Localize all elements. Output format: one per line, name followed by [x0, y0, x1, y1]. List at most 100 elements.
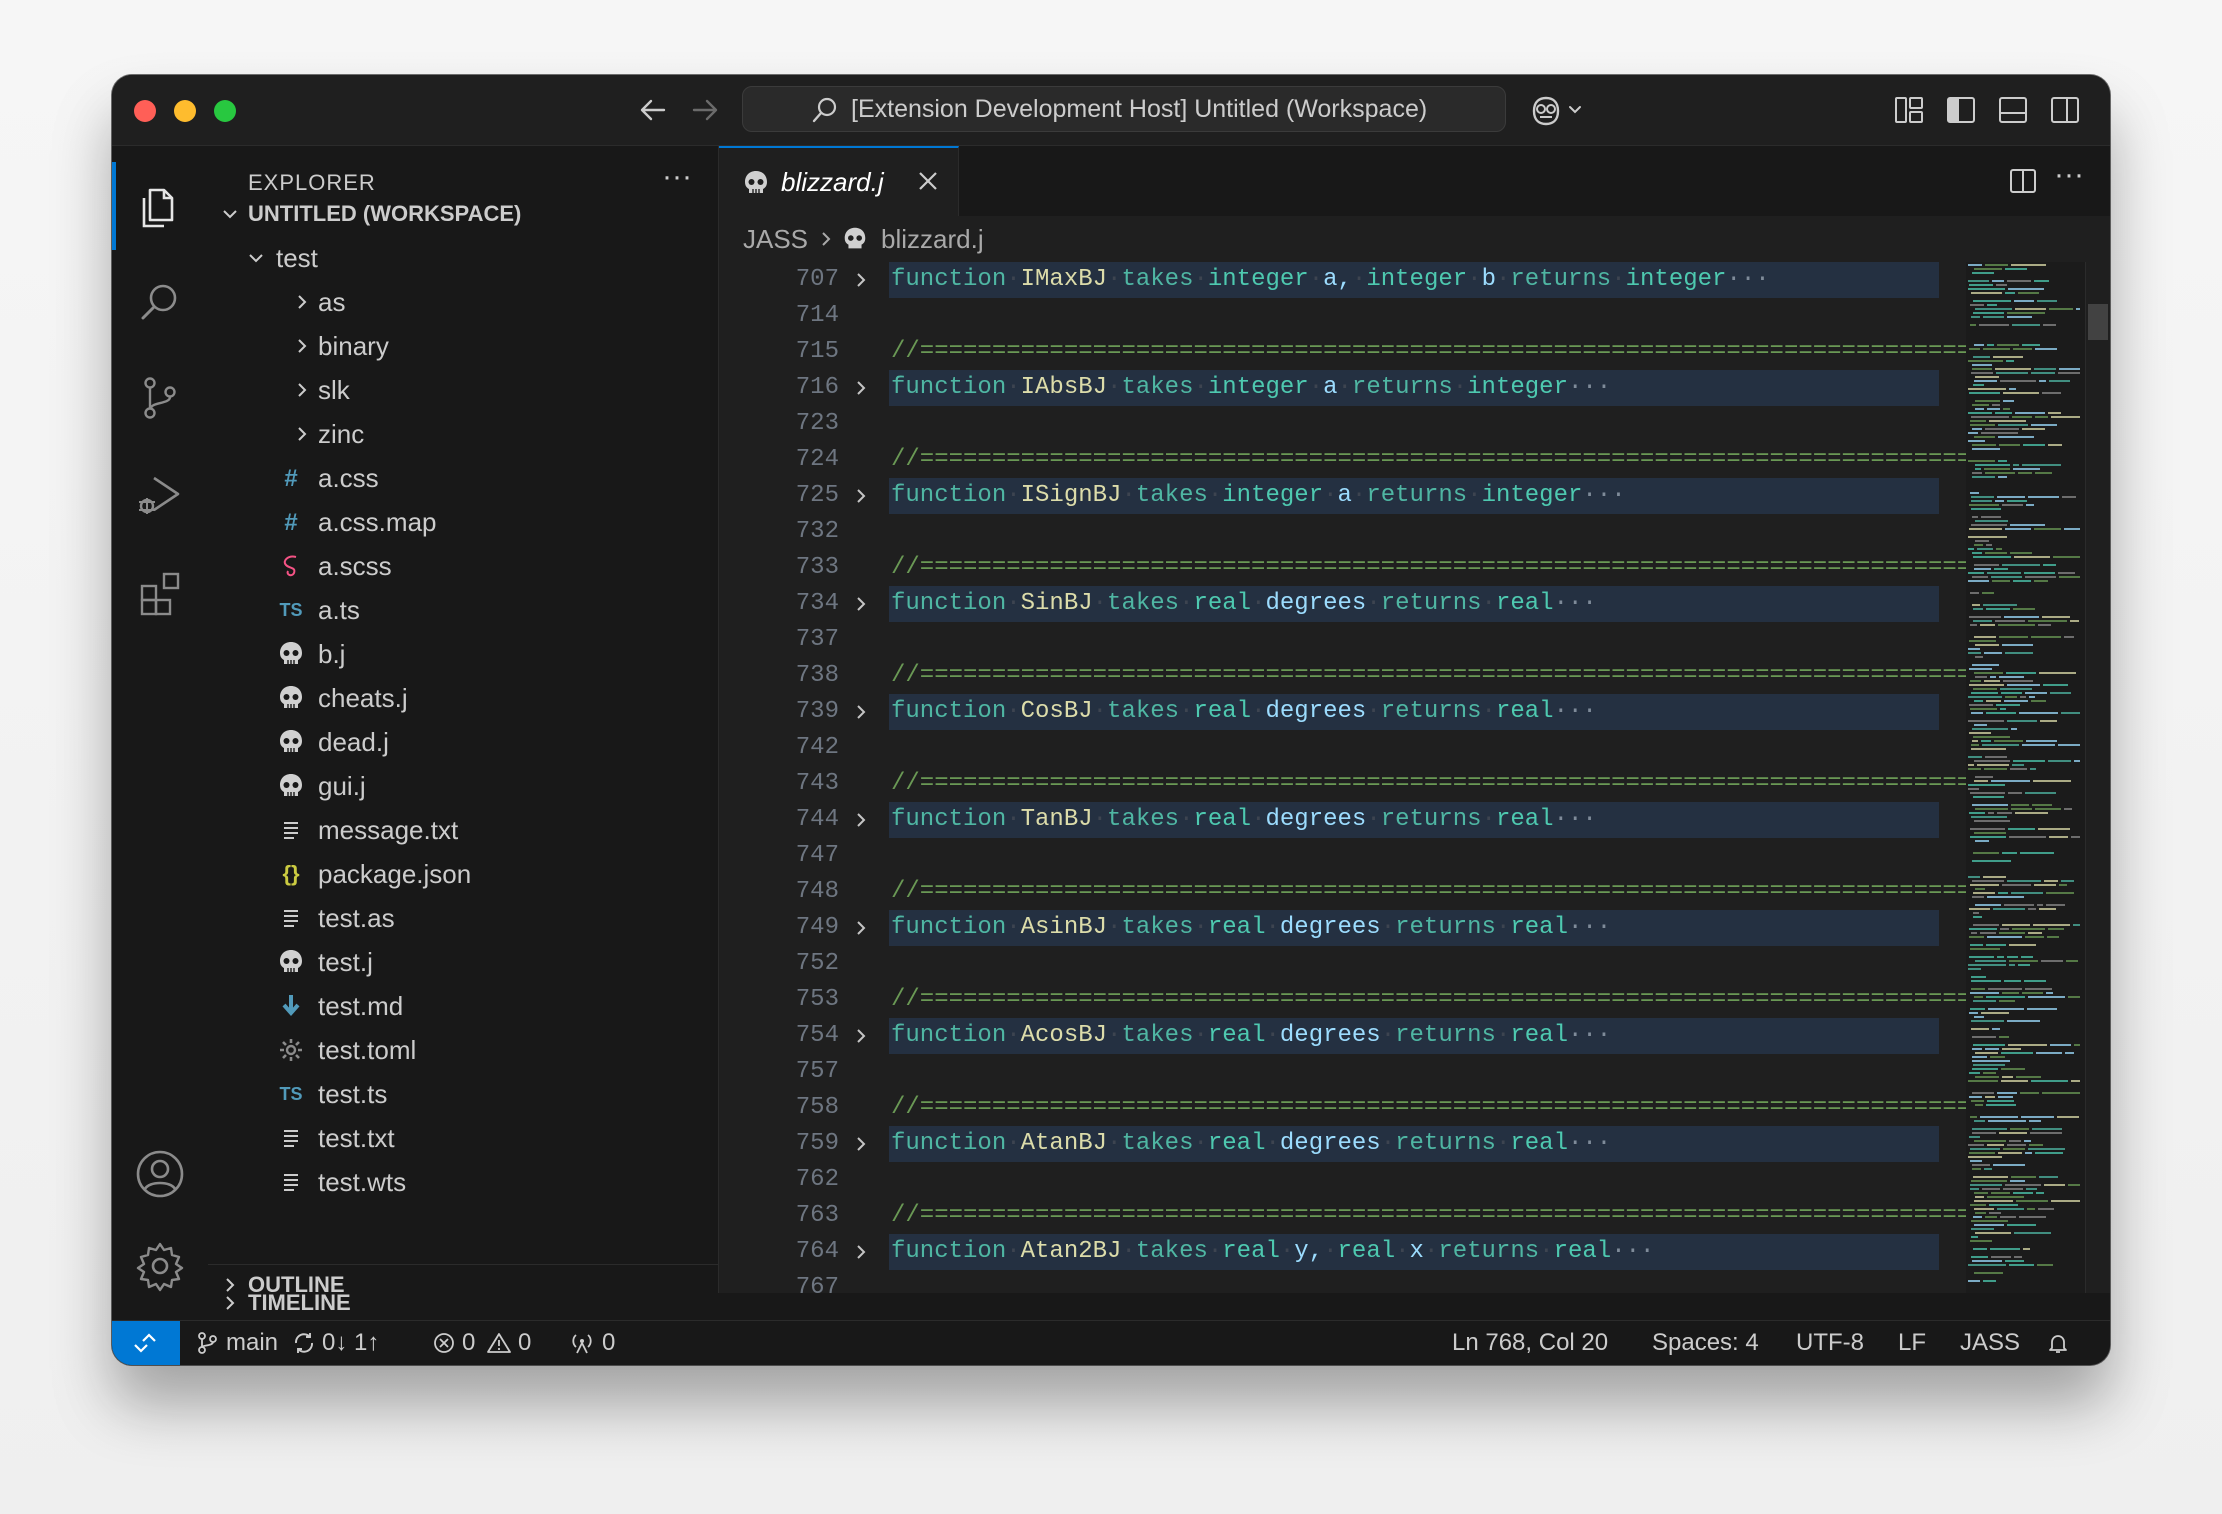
explorer-sidebar: EXPLORER ··· UNTITLED (WORKSPACE) test a… [208, 146, 719, 1297]
tree-folder-zinc[interactable]: zinc [208, 412, 718, 456]
split-editor-icon[interactable] [2008, 166, 2038, 196]
tree-item-label: test.j [318, 947, 373, 977]
more-actions-icon[interactable]: ··· [662, 160, 692, 194]
code-line-comment: //======================================… [891, 338, 2044, 365]
minimap[interactable] [1966, 262, 2086, 1293]
code-line-function: function·AcosBJ·takes·real·degrees·retur… [891, 1022, 1612, 1049]
copilot-icon[interactable] [1528, 91, 1588, 131]
remote-indicator[interactable] [112, 1321, 180, 1365]
toggle-secondary-sidebar-icon[interactable] [2050, 95, 2080, 125]
folder-test[interactable]: test [208, 236, 718, 280]
tree-file[interactable]: # a.css.map [208, 500, 718, 544]
toggle-panel-icon[interactable] [1998, 95, 2028, 125]
fold-chevron-right-icon[interactable] [851, 918, 871, 938]
language-mode[interactable]: JASS [1960, 1321, 2020, 1365]
bell-icon[interactable] [2046, 1331, 2070, 1355]
fold-chevron-right-icon[interactable] [851, 594, 871, 614]
line-number: 714 [795, 302, 839, 329]
vertical-scrollbar[interactable] [2085, 262, 2110, 1293]
tree-file[interactable]: TS a.ts [208, 588, 718, 632]
sync-icon[interactable] [292, 1331, 316, 1355]
forward-arrow-icon[interactable] [688, 93, 722, 127]
encoding[interactable]: UTF-8 [1796, 1321, 1864, 1365]
search-icon[interactable] [130, 272, 190, 332]
tree-file[interactable]: TS test.ts [208, 1072, 718, 1116]
maximize-window-button[interactable] [214, 100, 236, 122]
tree-file[interactable]: dead.j [208, 720, 718, 764]
code-line-function: function·AtanBJ·takes·real·degrees·retur… [891, 1130, 1612, 1157]
fold-chevron-right-icon[interactable] [851, 702, 871, 722]
title-bar: [Extension Development Host] Untitled (W… [112, 75, 2110, 146]
line-number: 733 [795, 554, 839, 581]
sass-icon [283, 555, 297, 577]
tree-file[interactable]: gui.j [208, 764, 718, 808]
line-number: 764 [795, 1238, 839, 1265]
skull-icon [280, 950, 302, 972]
code-line-function: function·CosBJ·takes·real·degrees·return… [891, 698, 1597, 725]
breadcrumb-root[interactable]: JASS [743, 216, 808, 262]
tree-file[interactable]: test.md [208, 984, 718, 1028]
fold-chevron-right-icon[interactable] [851, 810, 871, 830]
scrollbar-thumb[interactable] [2088, 304, 2108, 340]
indentation[interactable]: Spaces: 4 [1652, 1321, 1759, 1365]
fold-chevron-right-icon[interactable] [851, 486, 871, 506]
tree-file[interactable]: test.wts [208, 1160, 718, 1204]
fold-chevron-right-icon[interactable] [851, 270, 871, 290]
tree-folder-as[interactable]: as [208, 280, 718, 324]
tree-file[interactable]: b.j [208, 632, 718, 676]
svg-text:#: # [284, 465, 297, 492]
tree-folder-binary[interactable]: binary [208, 324, 718, 368]
error-icon [434, 1333, 454, 1353]
sync-status[interactable]: 0↓ 1↑ [322, 1321, 379, 1365]
workspace-header[interactable]: UNTITLED (WORKSPACE) [208, 192, 718, 236]
warning-count[interactable]: 0 [518, 1321, 531, 1365]
tree-file[interactable]: message.txt [208, 808, 718, 852]
breadcrumb-file[interactable]: blizzard.j [881, 216, 984, 262]
close-window-button[interactable] [134, 100, 156, 122]
run-debug-icon[interactable] [130, 464, 190, 524]
tree-file[interactable]: cheats.j [208, 676, 718, 720]
tree-file[interactable]: a.scss [208, 544, 718, 588]
vscode-window: [Extension Development Host] Untitled (W… [112, 75, 2110, 1365]
command-center-search[interactable]: [Extension Development Host] Untitled (W… [742, 86, 1506, 132]
tree-file[interactable]: test.as [208, 896, 718, 940]
minimize-window-button[interactable] [174, 100, 196, 122]
code-editor[interactable]: 707 function·IMaxBJ·takes·integer·a,·inte… [719, 262, 2110, 1293]
fold-chevron-right-icon[interactable] [851, 1026, 871, 1046]
accounts-icon[interactable] [130, 1144, 190, 1204]
settings-gear-icon[interactable] [130, 1236, 190, 1296]
toggle-primary-sidebar-icon[interactable] [1946, 95, 1976, 125]
fold-chevron-right-icon[interactable] [851, 1242, 871, 1262]
chevron-down-icon [223, 210, 237, 219]
line-number: 725 [795, 482, 839, 509]
tree-file[interactable]: # a.css [208, 456, 718, 500]
tree-folder-slk[interactable]: slk [208, 368, 718, 412]
timeline-section[interactable]: TIMELINE [208, 1283, 718, 1323]
branch-name[interactable]: main [226, 1321, 278, 1365]
back-arrow-icon[interactable] [636, 93, 670, 127]
skull-icon [280, 642, 302, 664]
fold-chevron-right-icon[interactable] [851, 1134, 871, 1154]
tree-file[interactable]: test.j [208, 940, 718, 984]
chevron-right-icon [298, 339, 307, 353]
end-of-line[interactable]: LF [1898, 1321, 1926, 1365]
fold-chevron-right-icon[interactable] [851, 378, 871, 398]
cursor-position[interactable]: Ln 768, Col 20 [1452, 1321, 1608, 1365]
search-icon [812, 97, 837, 123]
error-count[interactable]: 0 [462, 1321, 475, 1365]
hash-icon: # [284, 509, 297, 536]
code-line-comment: //======================================… [891, 770, 2044, 797]
code-line-comment: //======================================… [891, 878, 2044, 905]
ports-count[interactable]: 0 [602, 1321, 615, 1365]
source-control-icon[interactable] [130, 368, 190, 428]
line-number: 752 [795, 950, 839, 977]
close-icon[interactable] [915, 168, 941, 194]
more-actions-icon[interactable]: ··· [2054, 158, 2084, 192]
tree-file[interactable]: {} package.json [208, 852, 718, 896]
tree-file[interactable]: test.txt [208, 1116, 718, 1160]
tab-blizzard-j[interactable]: blizzard.j [719, 146, 959, 217]
extensions-icon[interactable] [130, 560, 190, 620]
explorer-icon[interactable] [130, 176, 190, 236]
tree-file[interactable]: test.toml [208, 1028, 718, 1072]
customize-layout-icon[interactable] [1894, 95, 1924, 125]
